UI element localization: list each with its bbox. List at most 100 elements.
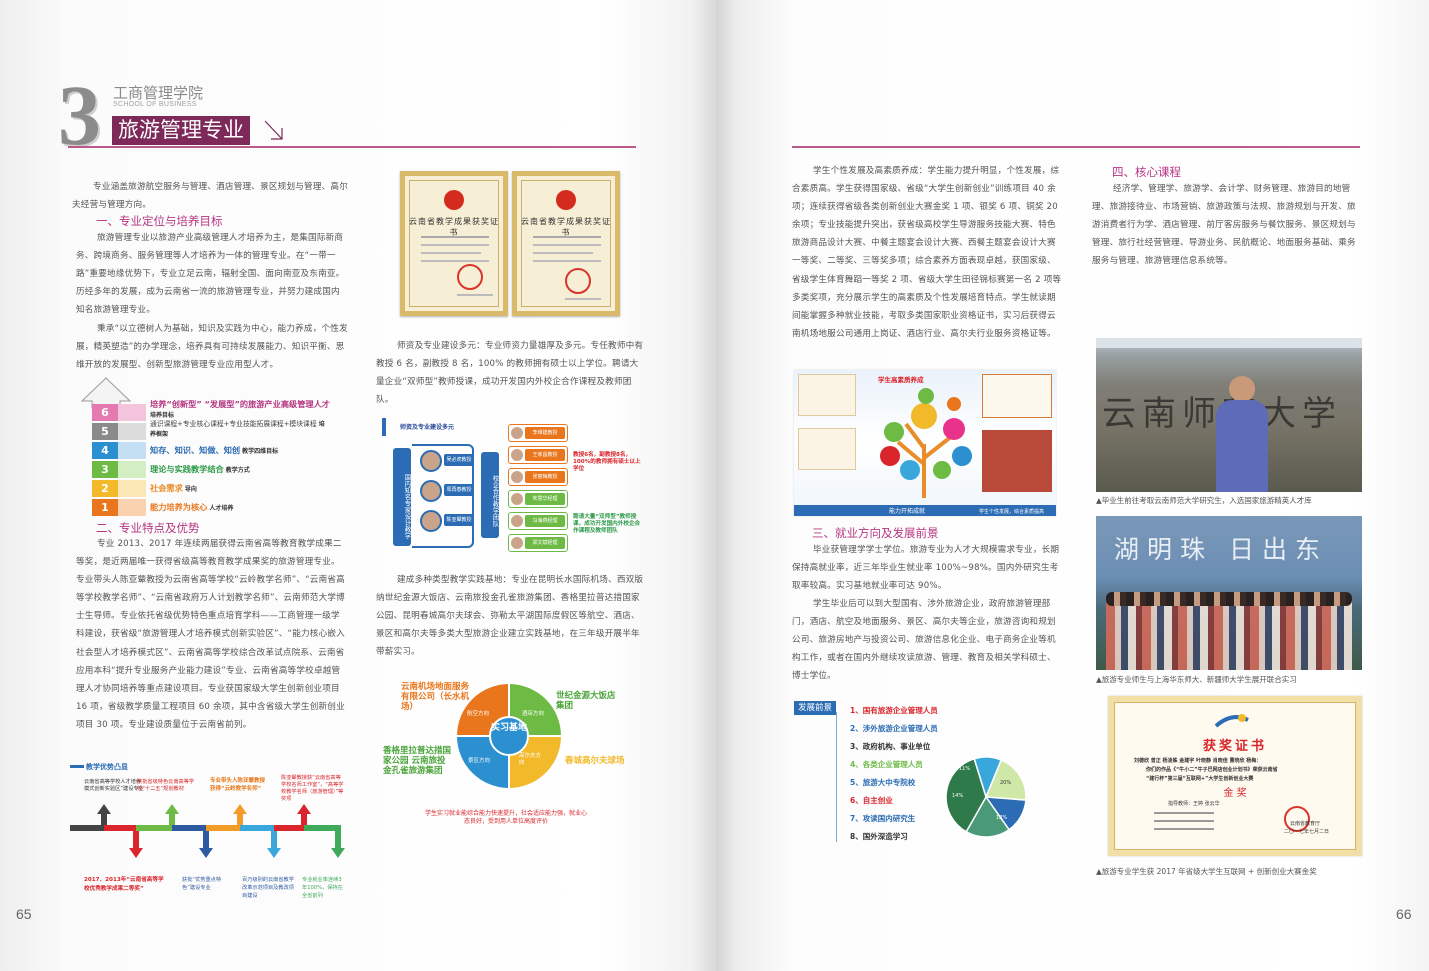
award-caption: ▲旅游专业学生获 2017 年省级大学生互联网 + 创新创业大赛金奖 [1096,867,1317,876]
pyramid-level-number: 5 [92,423,118,440]
expert-name: 陈亚颦教授 [444,514,474,526]
pyramid-level-number: 1 [92,499,118,516]
teachers-paragraph: 师资及专业建设多元：专业师资力量雄厚及多元。专任教师中有教授 6 名，副教授 8… [376,341,644,406]
arrow-corner-icon [264,120,283,140]
practice-label-3: 高尔夫方向 [519,753,542,766]
team-mid-label: 校企合作教学团队 [481,452,499,538]
award-line1: 刘德欣 曾正 杨凌姝 金建宇 叶晓静 肖晓佳 曹晓欣 杨梅： [1134,758,1262,764]
award-line4: 金 奖 [1223,788,1247,799]
certificate-thumb [982,374,1052,418]
partner-hotel: 世纪金源大饭店集团 [556,691,616,711]
practice-bottom-note: 学生实习就业能综合能力快速提升，社会适应能力强，就业心态良好，受到用人单位高度评… [425,810,588,825]
team-member-box: 朱慧华经理 [508,490,568,508]
team-member-box: 张丽梅教授 [508,468,568,486]
logo-icon [1212,710,1252,732]
college-name: 工商管理学院 [113,84,204,102]
national-emblem-icon [444,190,464,210]
prospect-item: 2、涉外旅游企业管理人员 [850,724,938,733]
expert-avatar [420,450,442,472]
right-page: 学生个性发展及高素质养成：学生能力提升明显，个性发展，综合素质高。学生获得国家级… [716,0,1429,971]
section1-paragraph2: 秉承“以立德树人为基础，知识及实践为中心，能力养成，个性发展，精英塑造”的办学理… [76,324,348,371]
pie-label-4: 18% [996,815,1008,821]
section-heading-3: 三、就业方向及发展前景 [812,526,939,540]
partner-scenic: 香格里拉普达措国家公园 云南旅投金孔雀旅游集团 [383,746,452,776]
practice-center: 实习基地 [490,723,527,733]
pie-label-3: 14% [952,793,964,799]
header-rule-right [792,146,1360,148]
team-member-box: 李维建教授 [508,424,568,442]
expert-avatar [420,510,442,532]
award-line3: “建行杯”第三届“互联网+”大学生创新创业大赛 [1146,776,1254,782]
timeline-bottom-4: 专业就业率连续3年100%，保持在全省前列 [302,877,343,899]
expert-name: 周再春教授 [444,484,474,496]
timeline-top-4: 陈亚颦教授获“云南省高等学校名师工作室”，“高等学校教学名师（旅游管理）”等奖项 [281,775,344,802]
core-courses-paragraph: 经济学、管理学、旅游学、会计学、财务管理、旅游目的地管理、旅游接待业、市场营销、… [1092,184,1356,267]
pyramid-level-number: 3 [92,461,118,478]
growth-chart-bottom: 能力开拓成就 [889,508,926,515]
intro-paragraph: 专业涵盖旅游航空服务与管理、酒店管理、景区规划与管理、高尔夫经营与管理方向。 [72,182,349,211]
award-date: 二〇一七年七月二日 [1284,829,1330,835]
section-heading-4: 四、核心课程 [1112,165,1181,179]
crowd-heads [1106,592,1352,606]
prospect-item: 4、各类企业管理人员 [850,760,923,769]
timeline-bottom-1: 2017、2013年“云南省高等学校优秀教学成果二等奖” [84,877,164,892]
expert-avatar [420,480,442,502]
pyramid-level-number: 6 [92,404,118,421]
prospect-item: 5、旅游大中专院校 [850,778,916,787]
pyramid-level-text: 社会需求 导向 [150,483,197,493]
graduate-photo: 云南师范大学 [1096,338,1362,492]
practice-label-4: 景区方向 [468,758,491,764]
section-heading-1: 一、专业定位与培养目标 [96,214,223,228]
page-number-right: 66 [1396,906,1412,922]
prospect-item: 6、自主创业 [850,796,893,805]
award-title: 获奖证书 [1202,739,1267,754]
group-photo: 湖明珠 日出东 [1096,516,1362,670]
team-note-1: 教授6名，副教授8名，100%的教师拥有硕士以上学位 [573,452,641,472]
team-left-label: 国内知名专家设计教学 [393,448,411,546]
quality-paragraph: 学生个性发展及高素质养成：学生能力提升明显，个性发展，综合素质高。学生获得国家级… [792,166,1062,339]
photo2-caption: ▲旅游专业师生与上海华东师大、新疆师大学生展开联合实习 [1096,675,1297,684]
partner-airport: 云南机场地面服务有限公司（长水机场） [401,682,470,712]
page-number-left: 65 [16,906,32,922]
prospects-title: 发展前景 [794,701,837,715]
pyramid-level-text: 培养“创新型” “发展型”的旅游产业高级管理人才 培养目标 [150,399,330,420]
header-rule [68,146,636,148]
certificate-2-title: 云南省教学成果获奖证书 [521,217,611,237]
certificate-1: 云南省教学成果获奖证书 [400,171,508,316]
award-org: 云南省教育厅 [1290,821,1321,827]
expert-name: 吴必虎教授 [444,454,474,466]
award-photo [982,430,1052,492]
growth-chart-title: 学生高素质养成 [878,376,924,384]
timeline-top-1: 云南省高等学校人才培养模式创新实验区”建设专业 [84,779,144,792]
college-name-en: SCHOOL OF BUSINESS [113,101,197,108]
left-page: 3 工商管理学院 SCHOOL OF BUSINESS 旅游管理专业 专业涵盖旅… [0,0,716,971]
banner-text: 湖明珠 日出东 [1114,535,1328,564]
certificate-thumb [798,374,856,416]
student-growth-chart: 学生高素质养成 能力开拓成就 学生个性发展，综合素质提高 [794,370,1056,516]
team-chart-title: 师资及专业建设多元 [400,424,455,431]
timeline-bottom-2: 获批“优势重点特色”建设专业 [182,877,222,891]
award-line2: 你们的作品《“牛小二”牛子巴网店创业计划书》荣获云南省 [1146,767,1278,773]
growth-chart-bottom2: 学生个性发展，综合素质提高 [979,509,1045,515]
pyramid-level-text: 通识课程+专业核心课程+专业技能拓展课程+模块课程 培养框架 [150,420,325,438]
section2-paragraph: 专业 2013、2017 年连续两届获得云南省高等教育教学成果二等奖，是近两届唯… [76,539,345,730]
timeline-marker [70,765,84,768]
team-member-box: 冯海燕经理 [508,512,568,530]
timeline-top-2: 获批省级特色云南高等学校“十二五”规划教材 [137,779,195,792]
pie-label-2: 20% [1000,780,1012,786]
photo1-caption: ▲毕业生前往考取云南师范大学研究生，入选国家旅游精英人才库 [1096,496,1312,505]
pyramid-level-text: 理论与实践教学结合 教学方式 [150,464,250,474]
award-certificate: 获奖证书 刘德欣 曾正 杨凌姝 金建宇 叶晓静 肖晓佳 曹晓欣 杨梅： 你们的作… [1108,696,1362,856]
team-chart-marker [382,418,386,436]
prospect-item: 7、攻读国内研究生 [850,814,916,823]
person-body [1216,400,1268,492]
timeline-bottom-3: 百万级别的云南省教学改革示范项目及教改项目建设 [242,877,294,899]
national-emblem-icon [556,190,576,210]
partner-golf: 春城高尔夫球场 [565,756,625,766]
prospect-item: 1、国有旅游企业管理人员 [850,706,938,715]
pyramid-level-text: 能力培养为核心 人才培养 [150,502,234,512]
certificate-2: 云南省教学成果获奖证书 [512,171,620,316]
prospect-item: 3、政府机构、事业单位 [850,742,931,751]
prospects-list: 1、国有旅游企业管理人员 2、涉外旅游企业管理人员 3、政府机构、事业单位 4、各类企… [850,702,938,846]
magazine-spread: 3 工商管理学院 SCHOOL OF BUSINESS 旅游管理专业 专业涵盖旅… [0,0,1429,971]
